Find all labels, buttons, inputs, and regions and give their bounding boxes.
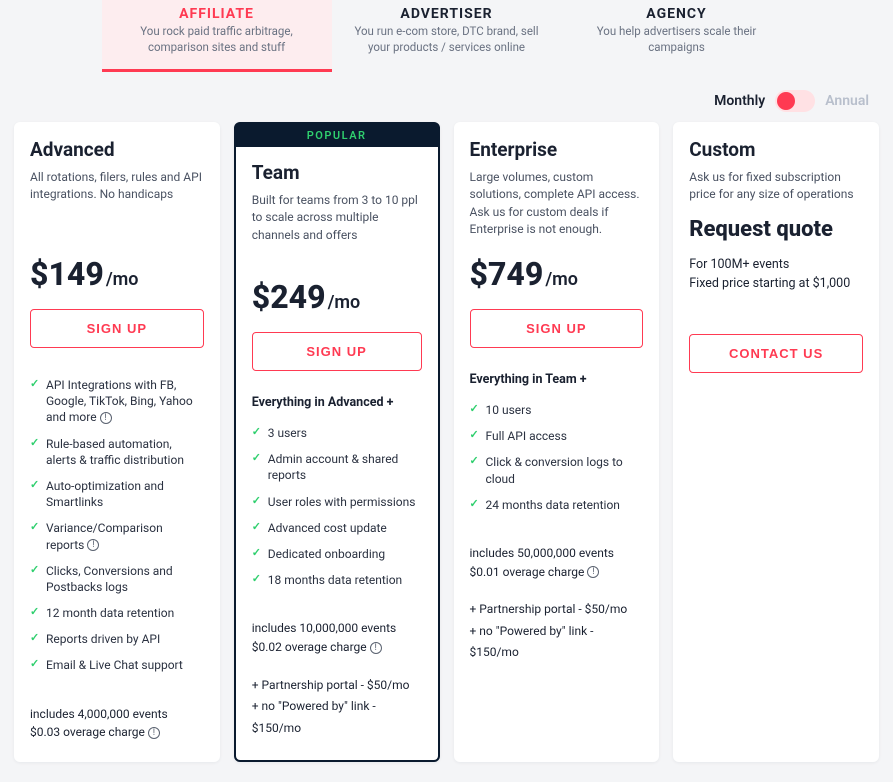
plan-desc: Large volumes, custom solutions, complet… (470, 169, 644, 241)
includes-overage: $0.02 overage charge! (252, 638, 422, 657)
addons-block: + Partnership portal - $50/mo + no "Powe… (470, 599, 644, 664)
list-item: Auto-optimization and Smartlinks (30, 473, 204, 515)
quote-sub: For 100M+ events Fixed price starting at… (689, 256, 863, 294)
tab-title: AGENCY (582, 6, 772, 22)
plan-name: Advanced (30, 138, 204, 161)
signup-button[interactable]: SIGN UP (252, 332, 422, 371)
popular-badge: POPULAR (236, 124, 438, 147)
list-item: Clicks, Conversions and Postbacks logs (30, 558, 204, 600)
tab-affiliate[interactable]: AFFILIATE You rock paid traffic arbitrag… (102, 0, 332, 72)
signup-button[interactable]: SIGN UP (470, 309, 644, 348)
plan-name: Custom (689, 138, 863, 161)
plan-desc: All rotations, filers, rules and API int… (30, 169, 204, 241)
price-row: $749 /mo (470, 255, 644, 293)
list-item: User roles with permissions (252, 489, 422, 515)
addon-item: + Partnership portal - $50/mo (470, 599, 644, 621)
billing-annual-label[interactable]: Annual (825, 93, 869, 109)
price-period: /mo (545, 269, 578, 290)
plan-team: POPULAR Team Built for teams from 3 to 1… (234, 122, 440, 762)
plan-desc: Built for teams from 3 to 10 ppl to scal… (252, 192, 422, 264)
list-item: Admin account & shared reports (252, 446, 422, 488)
list-item: Email & Live Chat support (30, 652, 204, 678)
plan-custom: Custom Ask us for fixed subscription pri… (673, 122, 879, 762)
pricing-grid: Advanced All rotations, filers, rules an… (0, 122, 893, 782)
tab-title: ADVERTISER (352, 6, 542, 22)
feature-list: API Integrations with FB, Google, TikTok… (30, 372, 204, 679)
price-row: $149 /mo (30, 255, 204, 293)
info-icon[interactable]: ! (87, 539, 99, 551)
price: $749 (470, 255, 544, 293)
list-item: Dedicated onboarding (252, 541, 422, 567)
price-period: /mo (328, 292, 361, 313)
includes-overage: $0.03 overage charge! (30, 723, 204, 742)
billing-switch[interactable] (775, 90, 815, 112)
addon-item: + no "Powered by" link - $150/mo (252, 696, 422, 739)
plan-enterprise: Enterprise Large volumes, custom solutio… (454, 122, 660, 762)
tab-subtitle: You run e-com store, DTC brand, sell you… (352, 24, 542, 55)
tab-advertiser[interactable]: ADVERTISER You run e-com store, DTC bran… (332, 0, 562, 72)
includes-block: includes 50,000,000 events $0.01 overage… (470, 544, 644, 581)
plan-desc: Ask us for fixed subscription price for … (689, 169, 863, 211)
includes-events: includes 50,000,000 events (470, 544, 644, 563)
info-icon[interactable]: ! (370, 642, 382, 654)
billing-toggle: Monthly Annual (0, 72, 893, 122)
includes-block: includes 4,000,000 events $0.03 overage … (30, 705, 204, 742)
list-item: Advanced cost update (252, 515, 422, 541)
features-lead: Everything in Team + (470, 372, 644, 387)
addons-block: + Partnership portal - $50/mo + no "Powe… (252, 675, 422, 740)
plan-name: Enterprise (470, 138, 644, 161)
includes-events: includes 4,000,000 events (30, 705, 204, 724)
list-item: Full API access (470, 423, 644, 449)
plan-name: Team (252, 161, 422, 184)
price: $249 (252, 278, 326, 316)
billing-monthly-label[interactable]: Monthly (714, 93, 765, 109)
list-item: 24 months data retention (470, 492, 644, 518)
features-lead: Everything in Advanced + (252, 395, 422, 410)
includes-overage: $0.01 overage charge! (470, 563, 644, 582)
list-item: 12 month data retention (30, 600, 204, 626)
tab-agency[interactable]: AGENCY You help advertisers scale their … (562, 0, 792, 72)
feature-list: 3 users Admin account & shared reports U… (252, 420, 422, 593)
addon-item: + no "Powered by" link - $150/mo (470, 621, 644, 664)
includes-events: includes 10,000,000 events (252, 619, 422, 638)
list-item: Variance/Comparison reports! (30, 515, 204, 557)
price-row: $249 /mo (252, 278, 422, 316)
feature-list: 10 users Full API access Click & convers… (470, 397, 644, 518)
info-icon[interactable]: ! (587, 566, 599, 578)
price-period: /mo (106, 269, 139, 290)
info-icon[interactable]: ! (148, 727, 160, 739)
includes-block: includes 10,000,000 events $0.02 overage… (252, 619, 422, 656)
request-quote-title: Request quote (689, 217, 863, 242)
addon-item: + Partnership portal - $50/mo (252, 675, 422, 697)
audience-tabs: AFFILIATE You rock paid traffic arbitrag… (0, 0, 893, 72)
list-item: API Integrations with FB, Google, TikTok… (30, 372, 204, 431)
tab-subtitle: You help advertisers scale their campaig… (582, 24, 772, 55)
info-icon[interactable]: ! (100, 412, 112, 424)
tab-subtitle: You rock paid traffic arbitrage, compari… (122, 24, 312, 55)
list-item: 10 users (470, 397, 644, 423)
list-item: 3 users (252, 420, 422, 446)
list-item: 18 months data retention (252, 567, 422, 593)
contact-us-button[interactable]: CONTACT US (689, 334, 863, 373)
tab-title: AFFILIATE (122, 6, 312, 22)
plan-advanced: Advanced All rotations, filers, rules an… (14, 122, 220, 762)
price: $149 (30, 255, 104, 293)
signup-button[interactable]: SIGN UP (30, 309, 204, 348)
list-item: Rule-based automation, alerts & traffic … (30, 431, 204, 473)
list-item: Reports driven by API (30, 626, 204, 652)
list-item: Click & conversion logs to cloud (470, 449, 644, 491)
